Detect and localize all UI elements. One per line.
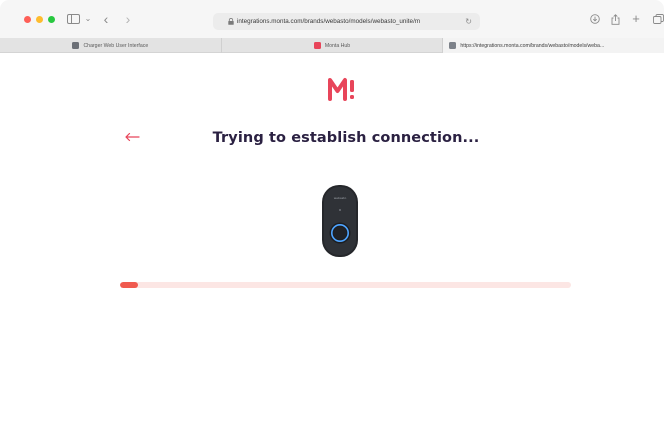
share-icon[interactable] bbox=[610, 11, 620, 27]
page-title: Trying to establish connection... bbox=[212, 130, 480, 146]
reload-icon[interactable]: ↻ bbox=[465, 16, 472, 27]
charger-brand-label: webasto bbox=[334, 196, 347, 200]
tab-label: https://integrations.monta.com/brands/we… bbox=[460, 42, 605, 49]
lock-icon bbox=[228, 18, 234, 25]
tab-charger-web-ui[interactable]: Charger Web User Interface bbox=[0, 38, 222, 53]
tab-monta-hub[interactable]: Monta Hub bbox=[222, 38, 444, 53]
tab-favicon-icon bbox=[449, 42, 457, 49]
charger-image: webasto bbox=[322, 185, 358, 257]
tab-label: Charger Web User Interface bbox=[83, 42, 149, 49]
tab-favicon-icon bbox=[72, 42, 80, 49]
address-bar[interactable]: integrations.monta.com/brands/webasto/mo… bbox=[213, 13, 480, 30]
monta-favicon-icon bbox=[313, 42, 321, 49]
page-content: Trying to establish connection... webast… bbox=[0, 53, 664, 437]
monta-logo bbox=[328, 78, 354, 101]
download-icon[interactable] bbox=[590, 11, 600, 27]
sidebar-icon[interactable] bbox=[66, 11, 80, 27]
tab-overview-icon[interactable] bbox=[652, 11, 664, 27]
progress-fill bbox=[120, 282, 139, 288]
connection-progress-bar bbox=[120, 282, 571, 288]
browser-window: ⌄ ‹ › integrations.monta.com/brands/weba… bbox=[0, 0, 664, 437]
back-icon[interactable]: ‹ bbox=[101, 11, 111, 27]
tab-strip: Charger Web User Interface Monta Hub htt… bbox=[0, 38, 664, 53]
chevron-down-icon[interactable]: ⌄ bbox=[84, 11, 92, 27]
close-window-button[interactable] bbox=[24, 15, 31, 23]
browser-toolbar: ⌄ ‹ › integrations.monta.com/brands/weba… bbox=[0, 0, 664, 38]
new-tab-icon[interactable]: + bbox=[631, 11, 641, 27]
tab-integrations[interactable]: https://integrations.monta.com/brands/we… bbox=[443, 38, 664, 53]
tab-label: Monta Hub bbox=[324, 42, 351, 49]
minimize-window-button[interactable] bbox=[36, 15, 43, 23]
zoom-window-button[interactable] bbox=[48, 15, 55, 23]
url-text: integrations.monta.com/brands/webasto/mo… bbox=[237, 18, 421, 25]
forward-icon[interactable]: › bbox=[123, 11, 133, 27]
